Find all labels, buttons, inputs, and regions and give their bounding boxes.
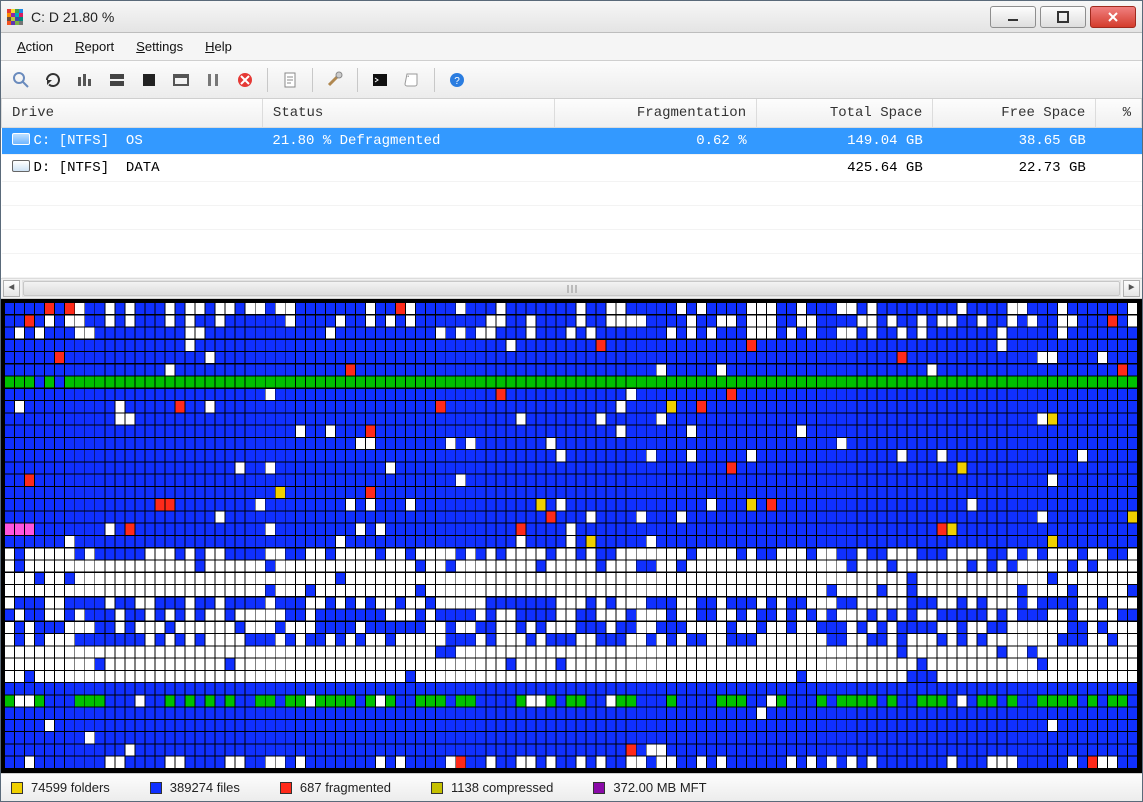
menu-settings[interactable]: Settings	[126, 35, 193, 58]
menubar: ActionReportSettingsHelp	[1, 33, 1142, 61]
titlebar: C: D 21.80 %	[1, 1, 1142, 33]
report-icon[interactable]	[276, 66, 304, 94]
col-free[interactable]: Free Space	[933, 99, 1096, 128]
pause-icon[interactable]	[199, 66, 227, 94]
legend-label: 389274 files	[170, 780, 240, 795]
legend-swatch	[593, 782, 605, 794]
stop-black-icon[interactable]	[135, 66, 163, 94]
legend-label: 372.00 MB MFT	[613, 780, 706, 795]
col-fragmentation[interactable]: Fragmentation	[554, 99, 756, 128]
drive-row[interactable]: D: [NTFS] DATA425.64 GB22.73 GB	[2, 155, 1142, 182]
cluster-canvas	[5, 303, 1138, 769]
legend-item: 1138 compressed	[431, 780, 553, 795]
drive-table-header: DriveStatusFragmentationTotal SpaceFree …	[2, 99, 1142, 128]
legend-swatch	[11, 782, 23, 794]
drive-table-body: C: [NTFS] OS21.80 % Defragmented0.62 %14…	[2, 128, 1142, 278]
minimize-button[interactable]	[990, 6, 1036, 28]
search-icon[interactable]	[7, 66, 35, 94]
legend-swatch	[150, 782, 162, 794]
legend-item: 687 fragmented	[280, 780, 391, 795]
legend-swatch	[280, 782, 292, 794]
legend-item: 389274 files	[150, 780, 240, 795]
maximize-button[interactable]	[1040, 6, 1086, 28]
scroll-left-button[interactable]: ◄	[3, 280, 20, 297]
col-drive[interactable]: Drive	[2, 99, 263, 128]
defrag-icon[interactable]	[103, 66, 131, 94]
drive-row[interactable]: C: [NTFS] OS21.80 % Defragmented0.62 %14…	[2, 128, 1142, 155]
menu-report[interactable]: Report	[65, 35, 124, 58]
scroll-thumb[interactable]	[23, 281, 1120, 296]
legend-swatch	[431, 782, 443, 794]
panel-icon[interactable]	[167, 66, 195, 94]
close-button[interactable]	[1090, 6, 1136, 28]
svg-text:?: ?	[454, 76, 460, 87]
legend-label: 687 fragmented	[300, 780, 391, 795]
cancel-icon[interactable]	[231, 66, 259, 94]
app-icon	[7, 9, 23, 25]
statusbar-legend: 74599 folders 389274 files 687 fragmented 1…	[1, 773, 1142, 801]
app-window: C: D 21.80 % ActionReportSettingsHelp ? …	[0, 0, 1143, 802]
legend-label: 74599 folders	[31, 780, 110, 795]
menu-help[interactable]: Help	[195, 35, 242, 58]
window-title: C: D 21.80 %	[31, 9, 990, 25]
horizontal-scrollbar[interactable]: ◄ ►	[1, 278, 1142, 298]
refresh-icon[interactable]	[39, 66, 67, 94]
col-pct[interactable]: %	[1096, 99, 1142, 128]
settings-icon[interactable]	[321, 66, 349, 94]
cluster-map	[1, 299, 1142, 773]
legend-item: 372.00 MB MFT	[593, 780, 706, 795]
console-icon[interactable]	[366, 66, 394, 94]
col-total[interactable]: Total Space	[757, 99, 933, 128]
help-icon[interactable]: ?	[443, 66, 471, 94]
col-status[interactable]: Status	[262, 99, 554, 128]
scroll-track[interactable]	[22, 280, 1121, 297]
window-controls	[990, 6, 1136, 28]
menu-action[interactable]: Action	[7, 35, 63, 58]
analyze-icon[interactable]	[71, 66, 99, 94]
drive-icon	[12, 133, 30, 145]
drive-table: DriveStatusFragmentationTotal SpaceFree …	[1, 99, 1142, 299]
legend-label: 1138 compressed	[451, 780, 553, 795]
legend-item: 74599 folders	[11, 780, 110, 795]
toolbar: ?	[1, 61, 1142, 99]
scroll-right-button[interactable]: ►	[1123, 280, 1140, 297]
script-icon[interactable]	[398, 66, 426, 94]
drive-icon	[12, 160, 30, 172]
